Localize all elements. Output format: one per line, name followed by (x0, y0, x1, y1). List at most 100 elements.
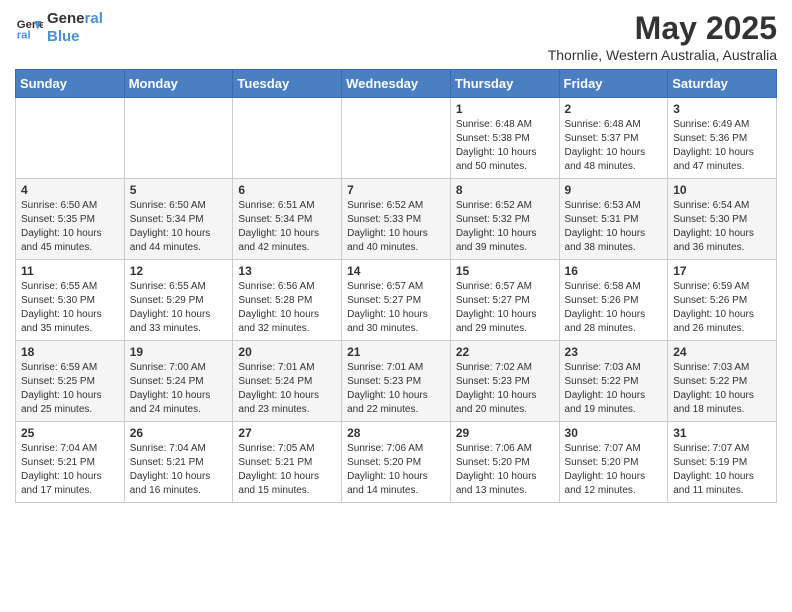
day-info: Sunrise: 7:00 AM Sunset: 5:24 PM Dayligh… (130, 361, 228, 417)
day-info: Sunrise: 7:04 AM Sunset: 5:21 PM Dayligh… (130, 442, 228, 498)
day-number: 22 (456, 345, 554, 359)
svg-text:ral: ral (17, 30, 31, 42)
calendar-cell: 11 Sunrise: 6:55 AM Sunset: 5:30 PM Dayli… (16, 260, 125, 341)
day-number: 11 (21, 264, 119, 278)
page-subtitle: Thornlie, Western Australia, Australia (548, 47, 777, 63)
day-number: 6 (238, 183, 336, 197)
day-number: 21 (347, 345, 445, 359)
calendar-week-2: 4 Sunrise: 6:50 AM Sunset: 5:35 PM Daylig… (16, 179, 777, 260)
day-info: Sunrise: 7:07 AM Sunset: 5:19 PM Dayligh… (673, 442, 771, 498)
day-info: Sunrise: 6:57 AM Sunset: 5:27 PM Dayligh… (347, 280, 445, 336)
page-header: Gene ral General Blue May 2025 Thornlie,… (15, 10, 777, 63)
day-number: 7 (347, 183, 445, 197)
day-info: Sunrise: 6:56 AM Sunset: 5:28 PM Dayligh… (238, 280, 336, 336)
day-info: Sunrise: 6:49 AM Sunset: 5:36 PM Dayligh… (673, 118, 771, 174)
day-info: Sunrise: 6:48 AM Sunset: 5:38 PM Dayligh… (456, 118, 554, 174)
page-title: May 2025 (548, 10, 777, 47)
calendar-cell (342, 98, 451, 179)
day-info: Sunrise: 6:52 AM Sunset: 5:33 PM Dayligh… (347, 199, 445, 255)
day-number: 17 (673, 264, 771, 278)
calendar-cell (16, 98, 125, 179)
calendar-cell: 13 Sunrise: 6:56 AM Sunset: 5:28 PM Dayli… (233, 260, 342, 341)
day-header-sunday: Sunday (16, 70, 125, 98)
day-info: Sunrise: 6:52 AM Sunset: 5:32 PM Dayligh… (456, 199, 554, 255)
day-info: Sunrise: 7:06 AM Sunset: 5:20 PM Dayligh… (456, 442, 554, 498)
day-number: 18 (21, 345, 119, 359)
day-number: 4 (21, 183, 119, 197)
day-number: 15 (456, 264, 554, 278)
day-header-thursday: Thursday (450, 70, 559, 98)
calendar-cell: 12Sunrise: 6:55 AM Sunset: 5:29 PM Dayli… (124, 260, 233, 341)
day-number: 9 (565, 183, 663, 197)
calendar-week-3: 11 Sunrise: 6:55 AM Sunset: 5:30 PM Dayli… (16, 260, 777, 341)
calendar-cell: 28 Sunrise: 7:06 AM Sunset: 5:20 PM Dayli… (342, 422, 451, 503)
title-area: May 2025 Thornlie, Western Australia, Au… (548, 10, 777, 63)
calendar-cell (233, 98, 342, 179)
day-info: Sunrise: 6:55 AM Sunset: 5:30 PM Dayligh… (21, 280, 119, 336)
calendar-cell: 4 Sunrise: 6:50 AM Sunset: 5:35 PM Daylig… (16, 179, 125, 260)
day-number: 13 (238, 264, 336, 278)
calendar-week-5: 25 Sunrise: 7:04 AM Sunset: 5:21 PM Dayli… (16, 422, 777, 503)
day-number: 5 (130, 183, 228, 197)
day-header-wednesday: Wednesday (342, 70, 451, 98)
calendar-cell: 8 Sunrise: 6:52 AM Sunset: 5:32 PM Daylig… (450, 179, 559, 260)
calendar-cell (124, 98, 233, 179)
day-info: Sunrise: 7:06 AM Sunset: 5:20 PM Dayligh… (347, 442, 445, 498)
calendar-week-4: 18 Sunrise: 6:59 AM Sunset: 5:25 PM Dayli… (16, 341, 777, 422)
day-number: 25 (21, 426, 119, 440)
day-number: 27 (238, 426, 336, 440)
day-header-friday: Friday (559, 70, 668, 98)
calendar-cell: 25 Sunrise: 7:04 AM Sunset: 5:21 PM Dayli… (16, 422, 125, 503)
day-info: Sunrise: 6:59 AM Sunset: 5:26 PM Dayligh… (673, 280, 771, 336)
day-info: Sunrise: 7:02 AM Sunset: 5:23 PM Dayligh… (456, 361, 554, 417)
day-info: Sunrise: 6:50 AM Sunset: 5:35 PM Dayligh… (21, 199, 119, 255)
calendar-cell: 19 Sunrise: 7:00 AM Sunset: 5:24 PM Dayli… (124, 341, 233, 422)
calendar-cell: 14Sunrise: 6:57 AM Sunset: 5:27 PM Dayli… (342, 260, 451, 341)
day-number: 3 (673, 102, 771, 116)
logo: Gene ral General Blue (15, 10, 103, 46)
calendar-cell: 21 Sunrise: 7:01 AM Sunset: 5:23 PM Dayli… (342, 341, 451, 422)
day-number: 2 (565, 102, 663, 116)
day-info: Sunrise: 6:51 AM Sunset: 5:34 PM Dayligh… (238, 199, 336, 255)
calendar-cell: 3 Sunrise: 6:49 AM Sunset: 5:36 PM Daylig… (668, 98, 777, 179)
day-info: Sunrise: 7:01 AM Sunset: 5:23 PM Dayligh… (347, 361, 445, 417)
day-number: 19 (130, 345, 228, 359)
calendar-cell: 22 Sunrise: 7:02 AM Sunset: 5:23 PM Dayli… (450, 341, 559, 422)
day-info: Sunrise: 7:03 AM Sunset: 5:22 PM Dayligh… (565, 361, 663, 417)
day-number: 28 (347, 426, 445, 440)
day-number: 16 (565, 264, 663, 278)
day-info: Sunrise: 7:05 AM Sunset: 5:21 PM Dayligh… (238, 442, 336, 498)
calendar-cell: 1 Sunrise: 6:48 AM Sunset: 5:38 PM Daylig… (450, 98, 559, 179)
day-info: Sunrise: 6:53 AM Sunset: 5:31 PM Dayligh… (565, 199, 663, 255)
calendar-cell: 30Sunrise: 7:07 AM Sunset: 5:20 PM Dayli… (559, 422, 668, 503)
day-number: 1 (456, 102, 554, 116)
day-info: Sunrise: 7:04 AM Sunset: 5:21 PM Dayligh… (21, 442, 119, 498)
calendar-header-row: SundayMondayTuesdayWednesdayThursdayFrid… (16, 70, 777, 98)
day-header-tuesday: Tuesday (233, 70, 342, 98)
day-header-saturday: Saturday (668, 70, 777, 98)
calendar-cell: 20Sunrise: 7:01 AM Sunset: 5:24 PM Dayli… (233, 341, 342, 422)
calendar-cell: 29 Sunrise: 7:06 AM Sunset: 5:20 PM Dayli… (450, 422, 559, 503)
day-number: 8 (456, 183, 554, 197)
calendar-cell: 27 Sunrise: 7:05 AM Sunset: 5:21 PM Dayli… (233, 422, 342, 503)
day-number: 26 (130, 426, 228, 440)
day-info: Sunrise: 6:50 AM Sunset: 5:34 PM Dayligh… (130, 199, 228, 255)
day-info: Sunrise: 6:59 AM Sunset: 5:25 PM Dayligh… (21, 361, 119, 417)
calendar-cell: 2Sunrise: 6:48 AM Sunset: 5:37 PM Daylig… (559, 98, 668, 179)
calendar-cell: 16Sunrise: 6:58 AM Sunset: 5:26 PM Dayli… (559, 260, 668, 341)
calendar-cell: 7 Sunrise: 6:52 AM Sunset: 5:33 PM Daylig… (342, 179, 451, 260)
calendar-cell: 9 Sunrise: 6:53 AM Sunset: 5:31 PM Daylig… (559, 179, 668, 260)
day-info: Sunrise: 6:57 AM Sunset: 5:27 PM Dayligh… (456, 280, 554, 336)
logo-text: General Blue (47, 10, 103, 46)
day-number: 23 (565, 345, 663, 359)
calendar-cell: 18 Sunrise: 6:59 AM Sunset: 5:25 PM Dayli… (16, 341, 125, 422)
calendar-cell: 24Sunrise: 7:03 AM Sunset: 5:22 PM Dayli… (668, 341, 777, 422)
day-number: 30 (565, 426, 663, 440)
calendar-week-1: 1 Sunrise: 6:48 AM Sunset: 5:38 PM Daylig… (16, 98, 777, 179)
day-number: 31 (673, 426, 771, 440)
day-number: 20 (238, 345, 336, 359)
day-number: 10 (673, 183, 771, 197)
day-header-monday: Monday (124, 70, 233, 98)
logo-icon: Gene ral (15, 14, 43, 42)
day-number: 29 (456, 426, 554, 440)
